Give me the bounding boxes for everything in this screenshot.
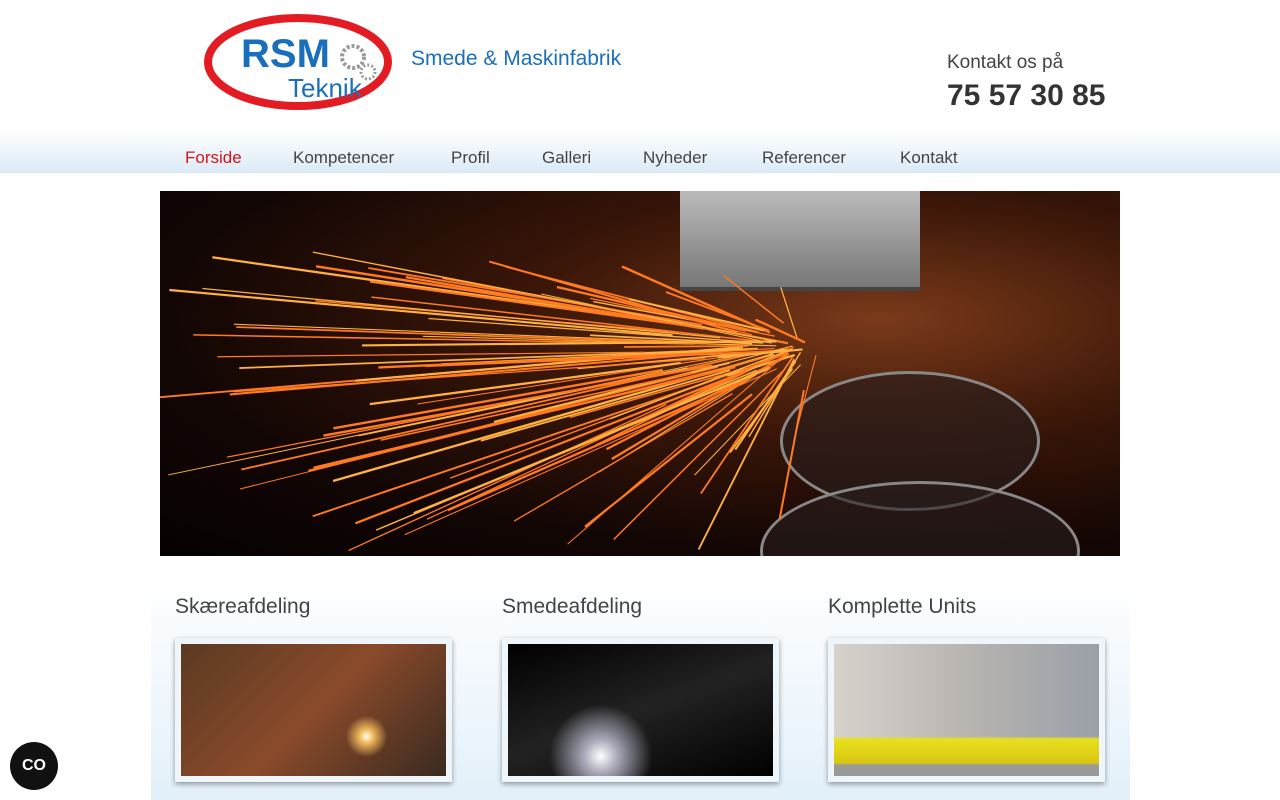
section-title[interactable]: Smedeafdeling (502, 595, 642, 619)
hero-image (160, 191, 1120, 556)
section-title[interactable]: Komplette Units (828, 595, 976, 619)
thumbnail-smedeafdeling[interactable] (502, 638, 779, 782)
nav-profil[interactable]: Profil (451, 148, 490, 168)
nav-kompetencer[interactable]: Kompetencer (293, 148, 394, 168)
sparks (160, 251, 817, 552)
spark (778, 389, 805, 520)
header: RSM Teknik Smede & Maskinfabrik Kontakt … (0, 0, 1280, 130)
thumbnail-skaereafdeling[interactable] (175, 638, 452, 782)
tagline: Smede & Maskinfabrik (411, 47, 622, 70)
nav-referencer[interactable]: Referencer (762, 148, 846, 168)
contact-label: Kontakt os på (947, 52, 1064, 73)
contact-phone[interactable]: 75 57 30 85 (947, 79, 1105, 113)
spark (312, 251, 775, 342)
nav-forside[interactable]: Forside (185, 148, 242, 168)
thumbnail-komplette-units[interactable] (828, 638, 1105, 782)
svg-text:RSM: RSM (241, 32, 330, 76)
spark (202, 287, 721, 339)
spark (348, 403, 667, 552)
spark (623, 345, 749, 348)
spark (621, 265, 771, 334)
spark (780, 287, 798, 339)
svg-text:Teknik: Teknik (288, 73, 363, 103)
accessibility-toggle-icon[interactable]: CO (10, 742, 58, 790)
main-nav: Forside Kompetencer Profil Galleri Nyhed… (0, 130, 1280, 173)
nav-galleri[interactable]: Galleri (542, 148, 591, 168)
nav-kontakt[interactable]: Kontakt (900, 148, 958, 168)
nav-nyheder[interactable]: Nyheder (643, 148, 707, 168)
section-title[interactable]: Skæreafdeling (175, 595, 310, 619)
spark (426, 371, 745, 520)
rsm-teknik-logo[interactable]: RSM Teknik (203, 12, 393, 112)
